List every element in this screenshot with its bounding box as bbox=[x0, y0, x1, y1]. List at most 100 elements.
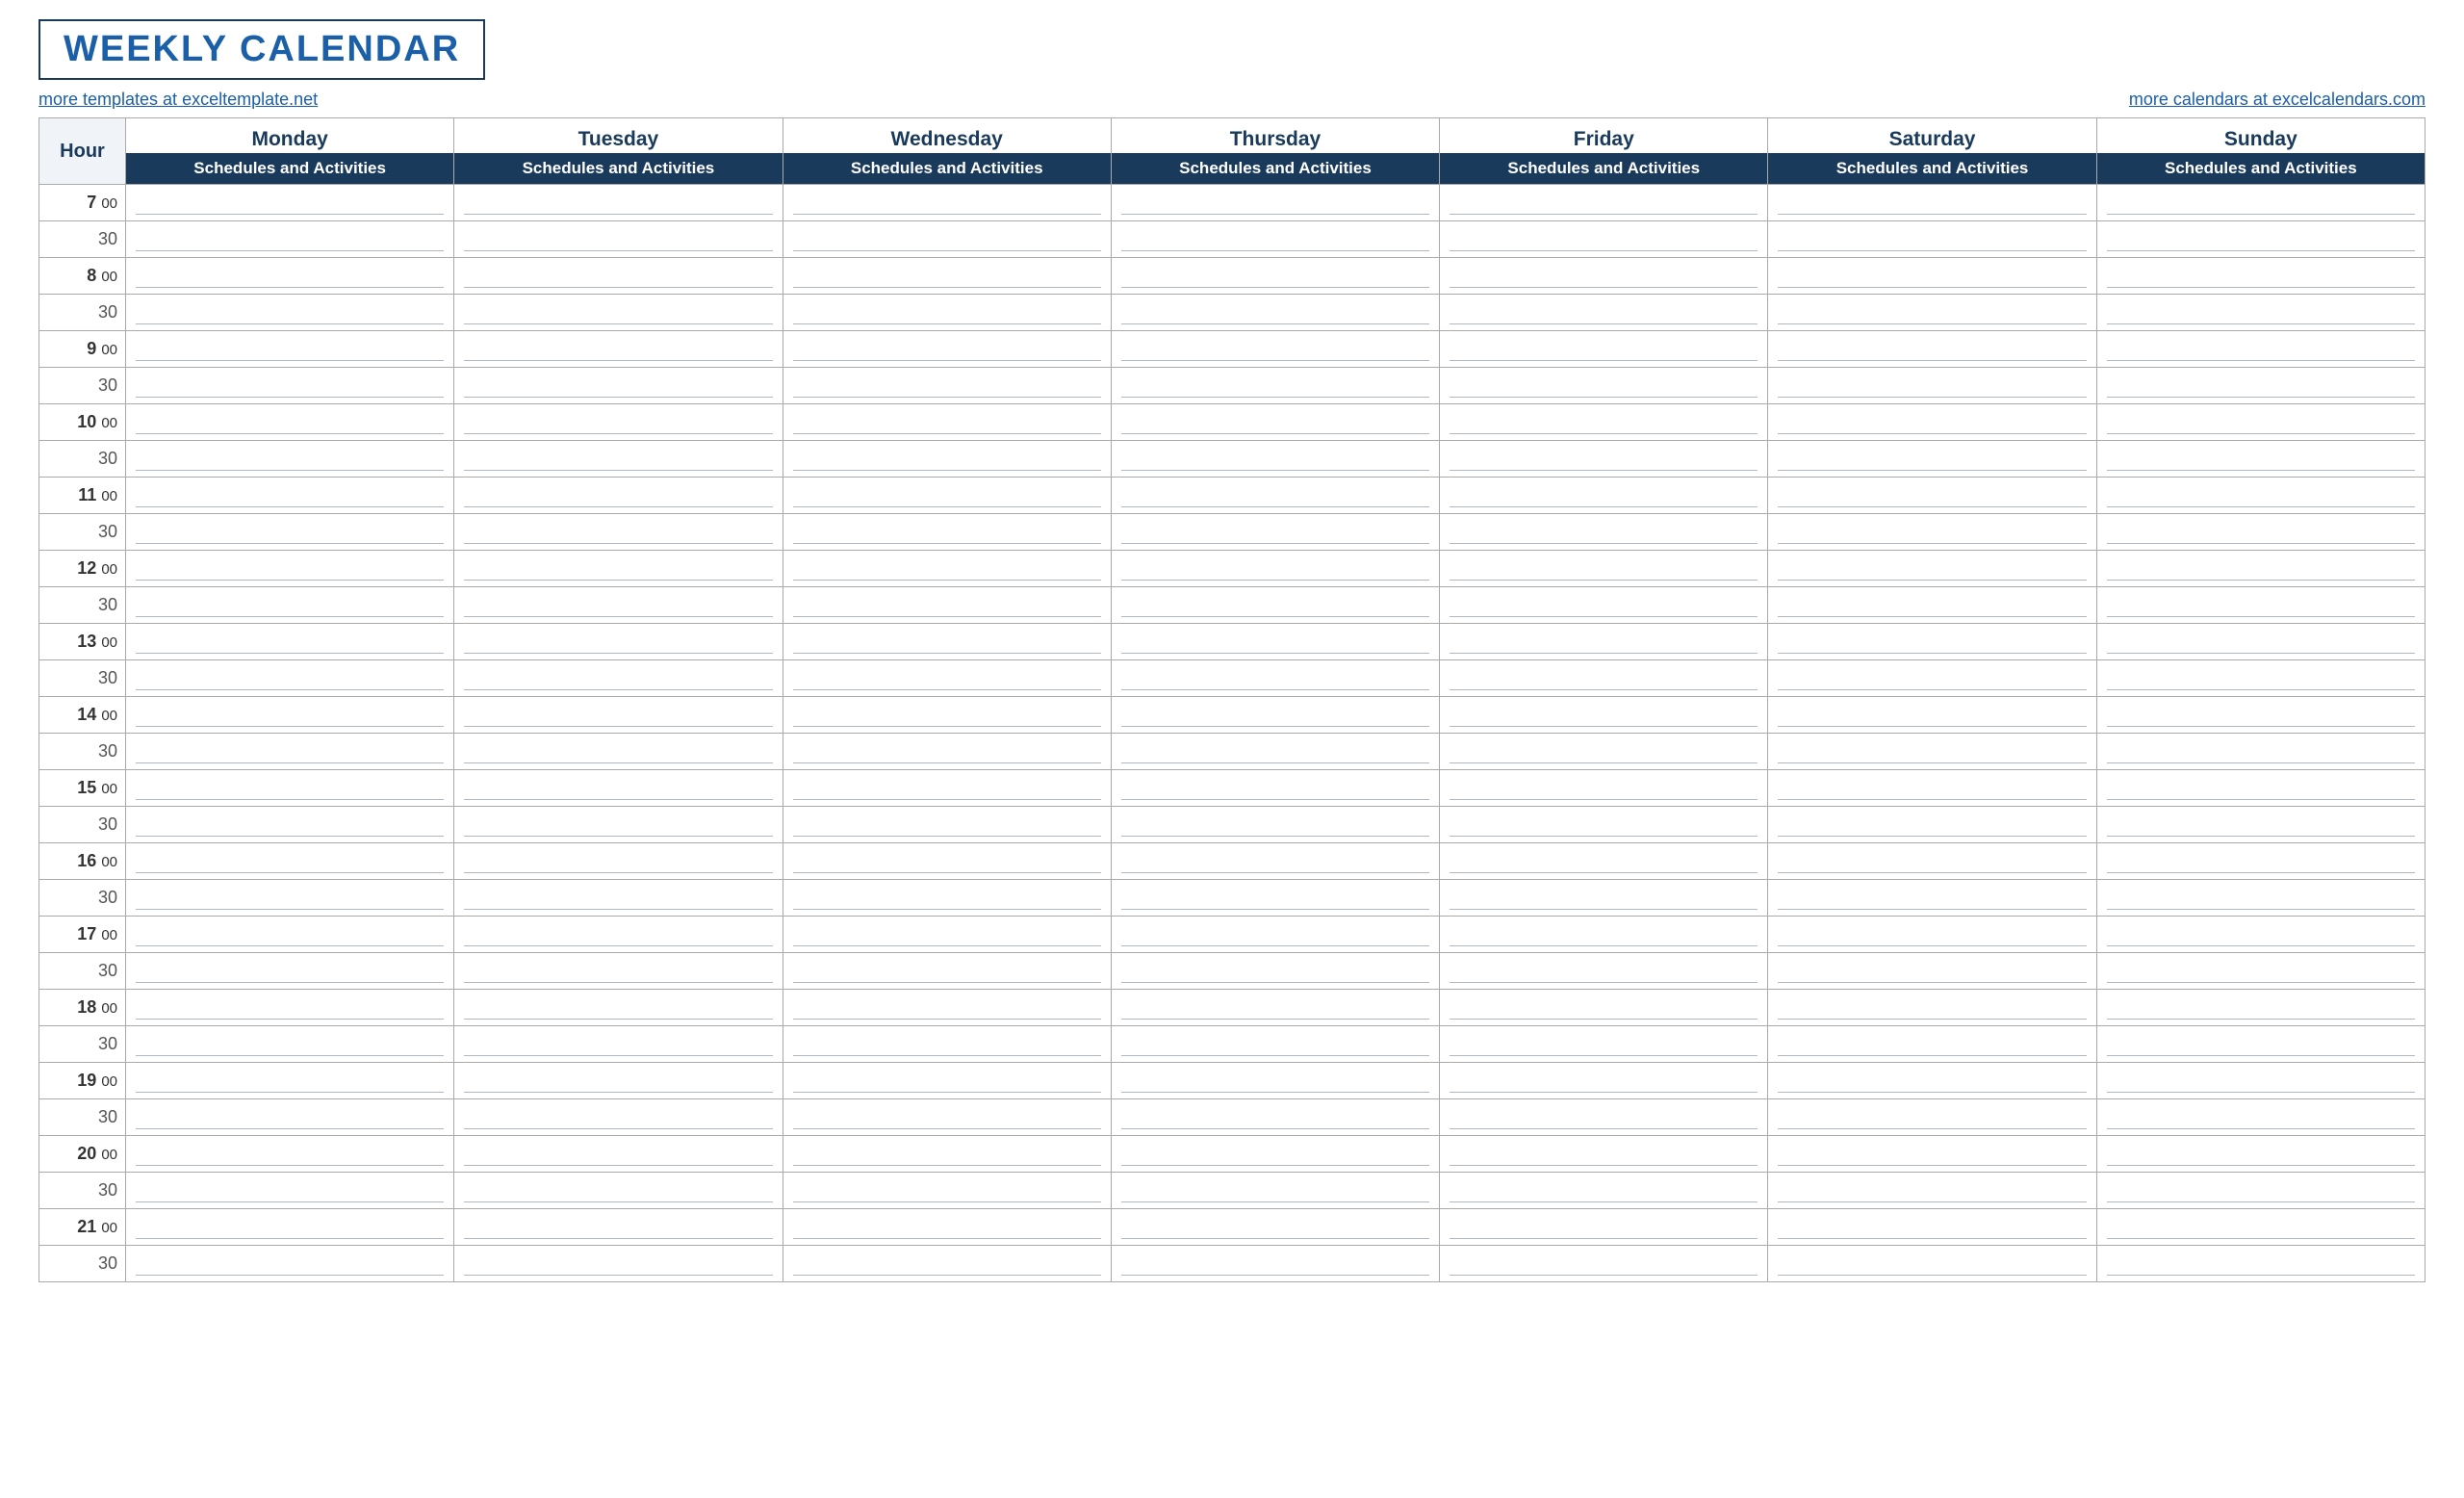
schedule-cell[interactable] bbox=[1768, 1173, 2096, 1209]
schedule-cell[interactable] bbox=[126, 953, 454, 990]
schedule-cell[interactable] bbox=[783, 478, 1111, 514]
schedule-cell[interactable] bbox=[454, 770, 783, 807]
schedule-cell[interactable] bbox=[1768, 953, 2096, 990]
schedule-cell[interactable] bbox=[126, 770, 454, 807]
schedule-cell[interactable] bbox=[454, 185, 783, 221]
schedule-cell[interactable] bbox=[454, 843, 783, 880]
schedule-cell[interactable] bbox=[783, 221, 1111, 258]
schedule-cell[interactable] bbox=[126, 734, 454, 770]
schedule-cell[interactable] bbox=[1768, 624, 2096, 660]
schedule-cell[interactable] bbox=[1111, 1173, 1439, 1209]
schedule-cell[interactable] bbox=[126, 1136, 454, 1173]
schedule-cell[interactable] bbox=[1111, 441, 1439, 478]
schedule-cell[interactable] bbox=[126, 404, 454, 441]
schedule-cell[interactable] bbox=[1111, 258, 1439, 295]
schedule-cell[interactable] bbox=[2096, 917, 2425, 953]
schedule-cell[interactable] bbox=[2096, 624, 2425, 660]
schedule-cell[interactable] bbox=[126, 1099, 454, 1136]
schedule-cell[interactable] bbox=[1768, 917, 2096, 953]
link-right[interactable]: more calendars at excelcalendars.com bbox=[318, 90, 2426, 110]
schedule-cell[interactable] bbox=[1440, 953, 1768, 990]
schedule-cell[interactable] bbox=[1111, 551, 1439, 587]
schedule-cell[interactable] bbox=[1768, 587, 2096, 624]
schedule-cell[interactable] bbox=[126, 917, 454, 953]
schedule-cell[interactable] bbox=[1440, 441, 1768, 478]
schedule-cell[interactable] bbox=[1111, 660, 1439, 697]
schedule-cell[interactable] bbox=[126, 697, 454, 734]
schedule-cell[interactable] bbox=[126, 295, 454, 331]
schedule-cell[interactable] bbox=[1440, 221, 1768, 258]
schedule-cell[interactable] bbox=[1111, 331, 1439, 368]
schedule-cell[interactable] bbox=[126, 514, 454, 551]
schedule-cell[interactable] bbox=[1440, 258, 1768, 295]
schedule-cell[interactable] bbox=[126, 807, 454, 843]
schedule-cell[interactable] bbox=[126, 843, 454, 880]
schedule-cell[interactable] bbox=[126, 221, 454, 258]
schedule-cell[interactable] bbox=[2096, 953, 2425, 990]
schedule-cell[interactable] bbox=[1111, 770, 1439, 807]
schedule-cell[interactable] bbox=[783, 770, 1111, 807]
schedule-cell[interactable] bbox=[2096, 331, 2425, 368]
schedule-cell[interactable] bbox=[2096, 843, 2425, 880]
schedule-cell[interactable] bbox=[2096, 478, 2425, 514]
schedule-cell[interactable] bbox=[783, 368, 1111, 404]
schedule-cell[interactable] bbox=[2096, 221, 2425, 258]
schedule-cell[interactable] bbox=[126, 441, 454, 478]
schedule-cell[interactable] bbox=[1768, 1209, 2096, 1246]
schedule-cell[interactable] bbox=[1440, 295, 1768, 331]
schedule-cell[interactable] bbox=[1111, 368, 1439, 404]
schedule-cell[interactable] bbox=[2096, 404, 2425, 441]
schedule-cell[interactable] bbox=[783, 331, 1111, 368]
schedule-cell[interactable] bbox=[1111, 624, 1439, 660]
schedule-cell[interactable] bbox=[126, 660, 454, 697]
schedule-cell[interactable] bbox=[454, 587, 783, 624]
schedule-cell[interactable] bbox=[454, 441, 783, 478]
schedule-cell[interactable] bbox=[1440, 807, 1768, 843]
schedule-cell[interactable] bbox=[1111, 478, 1439, 514]
schedule-cell[interactable] bbox=[2096, 697, 2425, 734]
schedule-cell[interactable] bbox=[783, 697, 1111, 734]
schedule-cell[interactable] bbox=[454, 1136, 783, 1173]
schedule-cell[interactable] bbox=[1440, 734, 1768, 770]
schedule-cell[interactable] bbox=[783, 1173, 1111, 1209]
schedule-cell[interactable] bbox=[1768, 1099, 2096, 1136]
schedule-cell[interactable] bbox=[126, 1026, 454, 1063]
schedule-cell[interactable] bbox=[1440, 1209, 1768, 1246]
schedule-cell[interactable] bbox=[126, 331, 454, 368]
schedule-cell[interactable] bbox=[1440, 587, 1768, 624]
schedule-cell[interactable] bbox=[2096, 587, 2425, 624]
schedule-cell[interactable] bbox=[2096, 1099, 2425, 1136]
schedule-cell[interactable] bbox=[1111, 807, 1439, 843]
schedule-cell[interactable] bbox=[1111, 1026, 1439, 1063]
schedule-cell[interactable] bbox=[1440, 478, 1768, 514]
schedule-cell[interactable] bbox=[1440, 514, 1768, 551]
schedule-cell[interactable] bbox=[1768, 514, 2096, 551]
schedule-cell[interactable] bbox=[2096, 258, 2425, 295]
schedule-cell[interactable] bbox=[1440, 368, 1768, 404]
schedule-cell[interactable] bbox=[1768, 807, 2096, 843]
schedule-cell[interactable] bbox=[1768, 990, 2096, 1026]
schedule-cell[interactable] bbox=[783, 441, 1111, 478]
schedule-cell[interactable] bbox=[2096, 1136, 2425, 1173]
schedule-cell[interactable] bbox=[1768, 1136, 2096, 1173]
schedule-cell[interactable] bbox=[1111, 917, 1439, 953]
schedule-cell[interactable] bbox=[454, 514, 783, 551]
schedule-cell[interactable] bbox=[783, 624, 1111, 660]
schedule-cell[interactable] bbox=[783, 917, 1111, 953]
schedule-cell[interactable] bbox=[454, 478, 783, 514]
schedule-cell[interactable] bbox=[1440, 660, 1768, 697]
schedule-cell[interactable] bbox=[1768, 185, 2096, 221]
schedule-cell[interactable] bbox=[1440, 697, 1768, 734]
schedule-cell[interactable] bbox=[2096, 990, 2425, 1026]
schedule-cell[interactable] bbox=[454, 331, 783, 368]
schedule-cell[interactable] bbox=[126, 368, 454, 404]
schedule-cell[interactable] bbox=[1111, 514, 1439, 551]
schedule-cell[interactable] bbox=[2096, 368, 2425, 404]
schedule-cell[interactable] bbox=[454, 551, 783, 587]
schedule-cell[interactable] bbox=[126, 1209, 454, 1246]
schedule-cell[interactable] bbox=[454, 953, 783, 990]
schedule-cell[interactable] bbox=[2096, 295, 2425, 331]
schedule-cell[interactable] bbox=[454, 734, 783, 770]
schedule-cell[interactable] bbox=[126, 624, 454, 660]
schedule-cell[interactable] bbox=[783, 660, 1111, 697]
